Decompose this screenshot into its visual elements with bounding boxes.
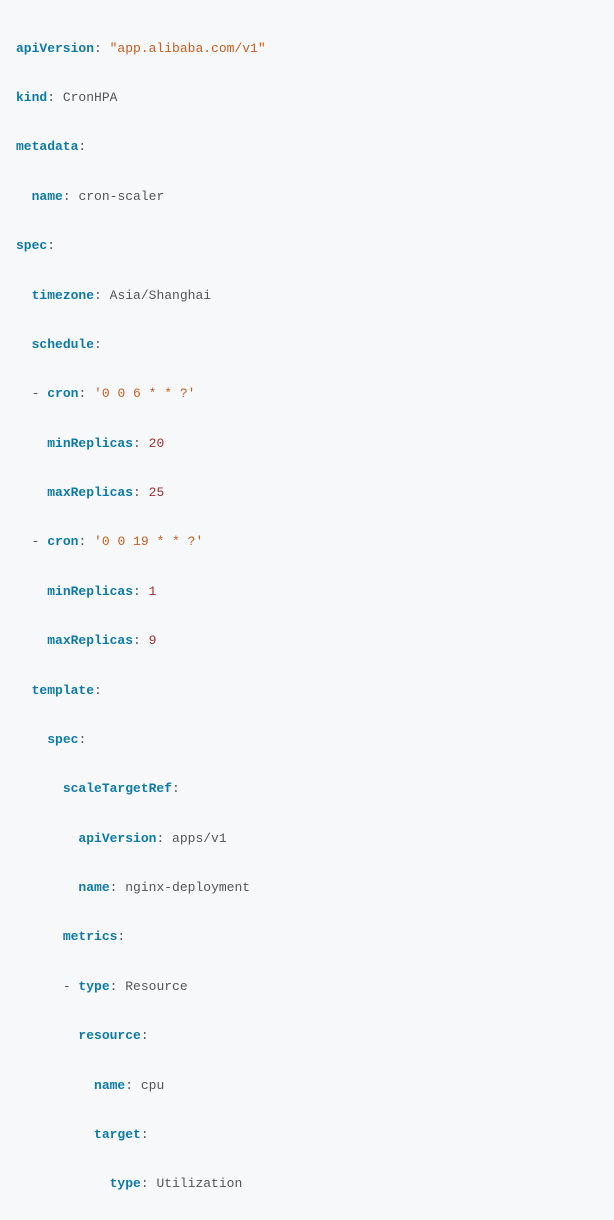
val-minReplicas1: 20 [149,436,165,451]
key-target: target [94,1127,141,1142]
key-schedule: schedule [32,337,94,352]
line-apiVersion2: apiVersion: apps/v1 [16,827,598,852]
val-maxReplicas1: 25 [149,485,165,500]
val-apiVersion: "app.alibaba.com/v1" [110,41,266,56]
key-name: name [32,189,63,204]
line-cron1: - cron: '0 0 6 * * ?' [16,382,598,407]
key-maxReplicas2: maxReplicas [47,633,133,648]
key-spec2: spec [47,732,78,747]
line-spec: spec: [16,234,598,259]
key-metrics: metrics [63,929,118,944]
line-type2: type: Utilization [16,1172,598,1197]
val-cron1: '0 0 6 * * ?' [94,386,195,401]
line-kind: kind: CronHPA [16,86,598,111]
line-template: template: [16,679,598,704]
line-resource: resource: [16,1024,598,1049]
val-maxReplicas2: 9 [149,633,157,648]
val-name: cron-scaler [78,189,164,204]
key-apiVersion2: apiVersion [78,831,156,846]
key-scaleTargetRef: scaleTargetRef [63,781,172,796]
line-schedule: schedule: [16,333,598,358]
yaml-code-block: apiVersion: "app.alibaba.com/v1" kind: C… [16,12,598,1220]
key-cron1: cron [47,386,78,401]
val-kind: CronHPA [63,90,118,105]
val-type2: Utilization [156,1176,242,1191]
line-cron2: - cron: '0 0 19 * * ?' [16,530,598,555]
key-type2: type [110,1176,141,1191]
key-kind: kind [16,90,47,105]
line-maxReplicas2: maxReplicas: 9 [16,629,598,654]
val-apiVersion2: apps/v1 [172,831,227,846]
key-type: type [78,979,109,994]
val-minReplicas2: 1 [149,584,157,599]
key-metadata: metadata [16,139,78,154]
val-type: Resource [125,979,187,994]
line-type: - type: Resource [16,975,598,1000]
line-spec2: spec: [16,728,598,753]
line-name2: name: nginx-deployment [16,876,598,901]
key-apiVersion: apiVersion [16,41,94,56]
key-template: template [32,683,94,698]
val-timezone: Asia/Shanghai [110,288,211,303]
line-minReplicas2: minReplicas: 1 [16,580,598,605]
key-spec: spec [16,238,47,253]
key-name3: name [94,1078,125,1093]
val-name3: cpu [141,1078,164,1093]
line-scaleTargetRef: scaleTargetRef: [16,777,598,802]
line-maxReplicas1: maxReplicas: 25 [16,481,598,506]
key-name2: name [78,880,109,895]
val-cron2: '0 0 19 * * ?' [94,534,203,549]
key-cron2: cron [47,534,78,549]
key-minReplicas2: minReplicas [47,584,133,599]
key-timezone: timezone [32,288,94,303]
key-resource: resource [78,1028,140,1043]
line-metadata: metadata: [16,135,598,160]
val-name2: nginx-deployment [125,880,250,895]
line-target: target: [16,1123,598,1148]
line-minReplicas1: minReplicas: 20 [16,432,598,457]
line-name: name: cron-scaler [16,185,598,210]
line-name3: name: cpu [16,1074,598,1099]
key-minReplicas1: minReplicas [47,436,133,451]
key-maxReplicas1: maxReplicas [47,485,133,500]
line-apiVersion: apiVersion: "app.alibaba.com/v1" [16,37,598,62]
line-metrics: metrics: [16,925,598,950]
line-timezone: timezone: Asia/Shanghai [16,284,598,309]
